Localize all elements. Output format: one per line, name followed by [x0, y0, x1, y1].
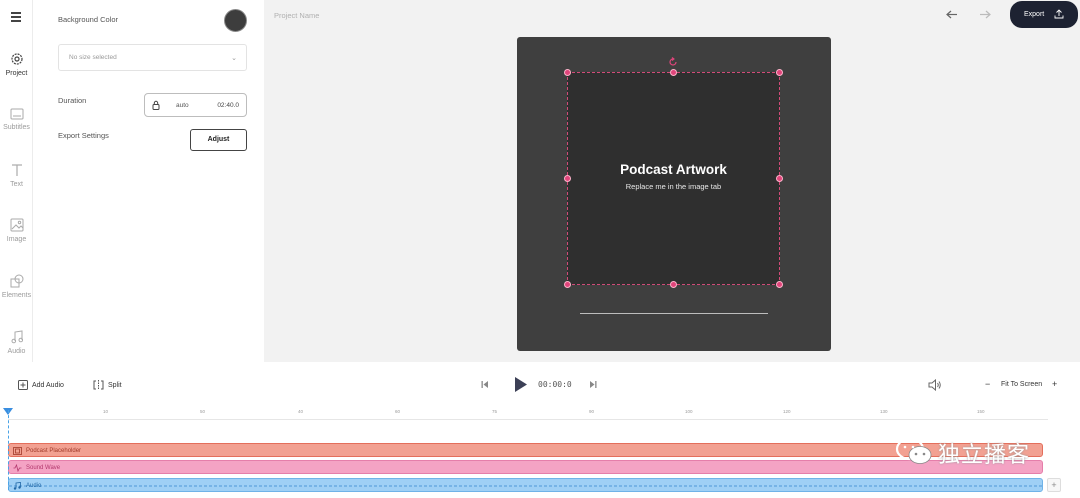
skip-back-icon[interactable]	[481, 380, 489, 389]
image-icon	[13, 447, 22, 455]
zoom-in-button[interactable]: +	[1052, 379, 1057, 389]
watermark: 独立播客	[894, 436, 1046, 467]
gear-icon	[10, 53, 23, 65]
background-color-label: Background Color	[58, 15, 119, 24]
adjust-button[interactable]: Adjust	[190, 129, 247, 151]
size-select[interactable]: No size selected ⌄	[58, 44, 247, 71]
sidebar-item-label: Project	[5, 70, 28, 77]
resize-handle[interactable]	[564, 281, 571, 288]
rotate-handle-icon[interactable]	[668, 57, 678, 67]
podcast-artwork-image[interactable]	[567, 72, 780, 285]
track-label: Audio	[26, 483, 42, 489]
elements-icon	[10, 274, 23, 288]
timeline-track-podcast-placeholder[interactable]: Podcast Placeholder	[8, 443, 1043, 457]
playhead[interactable]	[8, 410, 9, 490]
audio-waveform	[9, 485, 1044, 487]
watermark-text: 独立播客	[938, 442, 1031, 467]
split-button[interactable]: Split	[93, 380, 122, 390]
export-button[interactable]: Export	[1010, 1, 1078, 28]
ruler-tick-label: 60	[395, 409, 401, 414]
menu-icon[interactable]	[11, 12, 21, 22]
timecode-display: 00:00:0	[538, 380, 572, 389]
subtitles-icon	[10, 108, 23, 120]
text-icon	[11, 164, 22, 176]
icon-rail: Project Subtitles Text Image Elements Au…	[0, 0, 33, 362]
export-settings-label: Export Settings	[58, 131, 109, 140]
wechat-logo-icon	[895, 437, 932, 464]
upload-icon	[1054, 9, 1064, 19]
sidebar-item-elements[interactable]: Elements	[0, 274, 33, 299]
resize-handle[interactable]	[564, 69, 571, 76]
resize-handle[interactable]	[564, 175, 571, 182]
timeline-ruler[interactable]: 10 50 40 60 75 90 100 120 130 150	[8, 406, 1048, 420]
sidebar-item-label: Image	[6, 236, 27, 243]
ruler-tick-label: 50	[200, 409, 206, 414]
ruler-tick-label: 150	[977, 409, 985, 414]
sidebar-item-label: Elements	[1, 292, 32, 299]
zoom-out-button[interactable]: −	[985, 379, 990, 389]
ruler-tick-label: 130	[880, 409, 888, 414]
project-name-input[interactable]: Project Name	[274, 11, 319, 20]
volume-icon[interactable]	[928, 379, 942, 391]
sound-wave-element[interactable]	[580, 313, 768, 314]
add-audio-button[interactable]: Add Audio	[18, 380, 64, 390]
image-icon	[10, 218, 23, 232]
track-label: Podcast Placeholder	[26, 448, 82, 454]
sidebar-item-label: Subtitles	[3, 124, 30, 131]
ruler-tick-label: 75	[492, 409, 498, 414]
skip-forward-icon[interactable]	[589, 380, 597, 389]
duration-field[interactable]: auto 02:40.0	[144, 93, 247, 117]
export-label: Export	[1024, 11, 1045, 18]
sidebar-item-project[interactable]: Project	[0, 52, 33, 77]
ruler-tick-label: 40	[298, 409, 304, 414]
sidebar-item-text[interactable]: Text	[0, 163, 33, 188]
split-icon	[93, 380, 104, 390]
artwork-title: Podcast Artwork	[620, 162, 727, 177]
add-track-button[interactable]: +	[1047, 478, 1061, 492]
music-note-icon	[11, 330, 23, 344]
sidebar-item-audio[interactable]: Audio	[0, 330, 33, 355]
sidebar-item-label: Audio	[7, 348, 26, 355]
add-audio-label: Add Audio	[32, 381, 64, 389]
chevron-down-icon: ⌄	[231, 55, 237, 62]
music-note-icon	[13, 482, 21, 490]
ruler-tick-label: 100	[685, 409, 693, 414]
duration-label: Duration	[58, 96, 87, 105]
size-select-value: No size selected	[69, 54, 117, 61]
redo-icon[interactable]	[975, 9, 991, 21]
play-icon[interactable]	[514, 376, 528, 393]
resize-handle[interactable]	[776, 175, 783, 182]
resize-handle[interactable]	[776, 281, 783, 288]
lock-icon[interactable]	[152, 100, 160, 110]
artwork-subtitle: Replace me in the image tab	[625, 182, 722, 191]
track-label: Sound Wave	[26, 465, 61, 471]
undo-icon[interactable]	[946, 9, 962, 21]
resize-handle[interactable]	[670, 281, 677, 288]
timeline-track-sound-wave[interactable]: Sound Wave	[8, 460, 1043, 474]
timeline-track-audio[interactable]: Audio	[8, 478, 1044, 492]
fit-to-screen-button[interactable]: Fit To Screen	[1001, 381, 1042, 388]
resize-handle[interactable]	[776, 69, 783, 76]
plus-square-icon	[18, 380, 28, 390]
background-color-swatch[interactable]	[224, 9, 247, 32]
ruler-tick-label: 120	[783, 409, 791, 414]
sidebar-item-image[interactable]: Image	[0, 218, 33, 243]
sidebar-item-label: Text	[10, 181, 23, 188]
ruler-tick-label: 90	[589, 409, 595, 414]
project-settings-panel: Background Color No size selected ⌄ Dura…	[40, 0, 264, 362]
duration-mode: auto	[176, 102, 189, 109]
ruler-tick-label: 10	[103, 409, 109, 414]
wave-icon	[13, 464, 22, 472]
sidebar-item-subtitles[interactable]: Subtitles	[0, 108, 33, 131]
resize-handle[interactable]	[670, 69, 677, 76]
duration-value[interactable]: 02:40.0	[217, 102, 239, 109]
split-label: Split	[108, 381, 122, 389]
